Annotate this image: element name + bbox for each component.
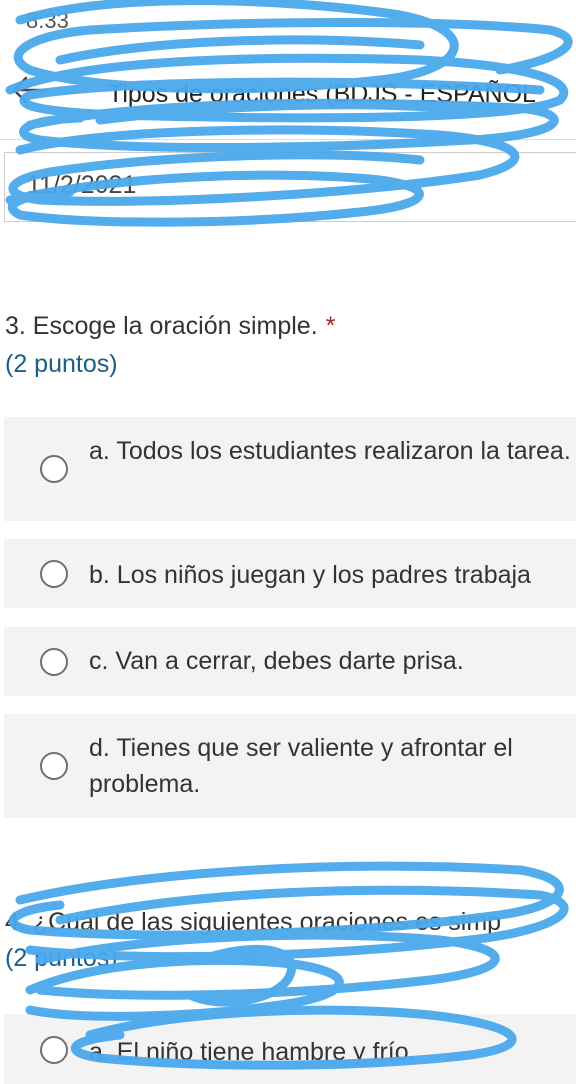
- question-4-points: (2 puntos): [5, 944, 118, 972]
- arrow-left-icon[interactable]: [10, 74, 48, 106]
- option-b[interactable]: b. Los niños juegan y los padres trabaja: [4, 539, 576, 608]
- question-4-option-a-label: a. El niño tiene hambre y frío.: [89, 1038, 416, 1066]
- question-3-points: (2 puntos): [5, 350, 118, 378]
- radio-button[interactable]: [40, 560, 68, 588]
- option-a-label: a. Todos los estudiantes realizaron la t…: [89, 437, 571, 465]
- option-a[interactable]: a. Todos los estudiantes realizaron la t…: [4, 417, 576, 521]
- radio-button[interactable]: [40, 455, 68, 483]
- scribble-bottom-6: [185, 944, 296, 1007]
- option-c[interactable]: c. Van a cerrar, debes darte prisa.: [4, 627, 576, 696]
- option-c-label: c. Van a cerrar, debes darte prisa.: [89, 647, 464, 675]
- radio-button[interactable]: [40, 752, 68, 780]
- required-marker: *: [325, 312, 336, 340]
- form-title: Tipos de oraciones (BDJS - ESPAÑOL: [108, 80, 536, 108]
- radio-button[interactable]: [40, 1036, 68, 1064]
- date-value: 11/2/2021: [27, 171, 137, 199]
- option-d[interactable]: d. Tienes que ser valiente y afrontar el…: [4, 714, 576, 818]
- question-3-title: 3. Escoge la oración simple. *: [5, 312, 335, 341]
- option-d-label: d. Tienes que ser valiente y afrontar el…: [89, 734, 513, 798]
- status-time: 8:33: [26, 8, 69, 33]
- question-4-option-a[interactable]: a. El niño tiene hambre y frío.: [4, 1014, 576, 1084]
- date-input[interactable]: 11/2/2021: [4, 152, 576, 222]
- option-b-label: b. Los niños juegan y los padres trabaja: [89, 561, 531, 589]
- top-app-bar: Tipos de oraciones (BDJS - ESPAÑOL: [0, 56, 576, 140]
- radio-button[interactable]: [40, 648, 68, 676]
- question-3-text: 3. Escoge la oración simple.: [5, 312, 318, 340]
- question-4-title: 4. ¿Cuál de las siguientes oraciones es …: [5, 908, 502, 936]
